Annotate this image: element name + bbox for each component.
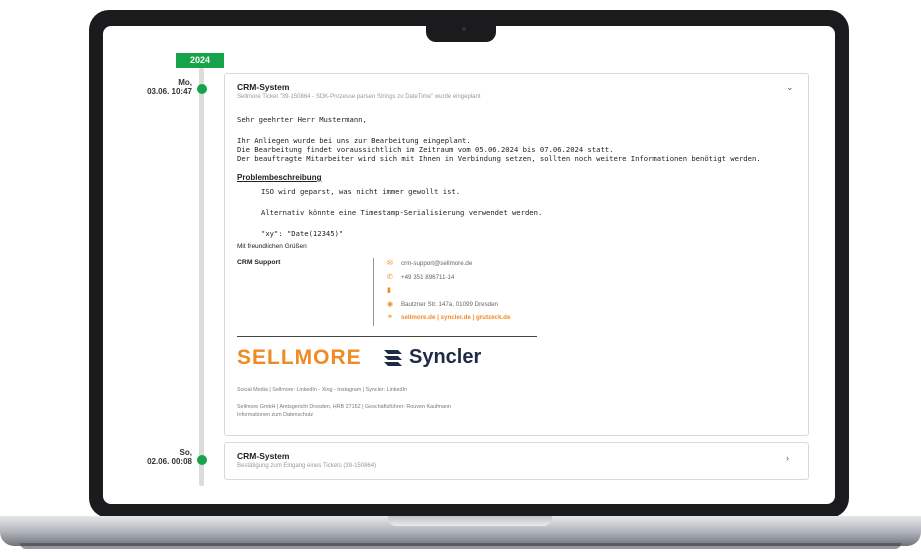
- signature-name: CRM Support: [237, 259, 281, 266]
- body-line-2: Die Bearbeitung findet voraussichtlich i…: [237, 145, 614, 154]
- body-line-3: Der beauftragte Mitarbeiter wird sich mi…: [237, 154, 761, 163]
- syncler-logo-mark: [382, 346, 404, 370]
- contact-links[interactable]: sellmore.de | syncler.de | grutzeck.de: [401, 314, 510, 321]
- timeline-datetime-1: 03.06. 10:47: [147, 87, 192, 96]
- chevron-right-icon[interactable]: ›: [786, 453, 789, 463]
- timeline-day-2: So,: [179, 448, 192, 457]
- chevron-down-icon[interactable]: ⌄: [786, 82, 794, 93]
- timeline-dot-1: [197, 84, 207, 94]
- card-title: CRM-System: [237, 82, 290, 92]
- ticket-card-expanded[interactable]: CRM-System Sellmore Ticket "39-150864 - …: [224, 73, 809, 436]
- sellmore-logo: SELLMORE: [237, 346, 362, 369]
- signature-rule: [237, 336, 537, 337]
- timeline-date-2: So, 02.06. 00:08: [132, 448, 192, 466]
- timeline-datetime-2: 02.06. 00:08: [147, 457, 192, 466]
- signature-divider: [373, 258, 374, 326]
- phone-icon: ✆: [387, 274, 393, 281]
- mobile-icon: ▮: [387, 287, 391, 294]
- contact-phone[interactable]: +49 351 896711-14: [401, 274, 454, 281]
- problem-line-1: ISO wird geparst, was nicht immer gewoll…: [261, 187, 461, 196]
- greeting: Sehr geehrter Herr Mustermann,: [237, 115, 367, 124]
- social-links[interactable]: Social Media | Sellmore: LinkedIn - Xing…: [237, 387, 407, 393]
- timeline-dot-2: [197, 455, 207, 465]
- location-icon: ◉: [387, 301, 394, 308]
- card-subtitle-2: Bestätigung zum Eingang eines Tickets (3…: [237, 463, 377, 469]
- camera-notch: [426, 22, 496, 42]
- laptop-base-lip: [388, 516, 552, 526]
- problem-line-3: "xy": "Date(12345)": [261, 229, 344, 238]
- laptop-shadow: [20, 543, 901, 549]
- card-subtitle: Sellmore Ticket "39-150864 - SDK-Prozess…: [237, 94, 481, 100]
- legal-line: Sellmore GmbH | Amtsgericht Dresden, HRB…: [237, 404, 452, 410]
- contact-email[interactable]: crm-support@sellmore.de: [401, 260, 472, 267]
- timeline-day-1: Mo,: [178, 78, 192, 87]
- timeline-date-1: Mo, 03.06. 10:47: [132, 78, 192, 96]
- ticket-card-collapsed[interactable]: CRM-System Bestätigung zum Eingang eines…: [224, 442, 809, 480]
- screen: 2024 Mo, 03.06. 10:47 CRM-System Sellmor…: [103, 26, 835, 504]
- problem-line-2: Alternativ könnte eine Timestamp-Seriali…: [261, 208, 543, 217]
- body-line-1: Ihr Anliegen wurde bei uns zur Bearbeitu…: [237, 136, 471, 145]
- privacy-link[interactable]: Informationen zum Datenschutz: [237, 412, 313, 418]
- closing: Mit freundlichen Grüßen: [237, 243, 307, 250]
- contact-address: Bautzner Str. 147a, 01099 Dresden: [401, 301, 499, 308]
- card-title-2: CRM-System: [237, 451, 290, 461]
- syncler-logo: Syncler: [409, 346, 482, 368]
- problem-heading: Problembeschreibung: [237, 173, 322, 182]
- email-icon: ✉: [387, 260, 393, 267]
- timeline-line: [199, 68, 204, 486]
- year-badge: 2024: [176, 53, 224, 68]
- camera-dot: [462, 27, 466, 31]
- link-icon: ⚭: [387, 314, 393, 321]
